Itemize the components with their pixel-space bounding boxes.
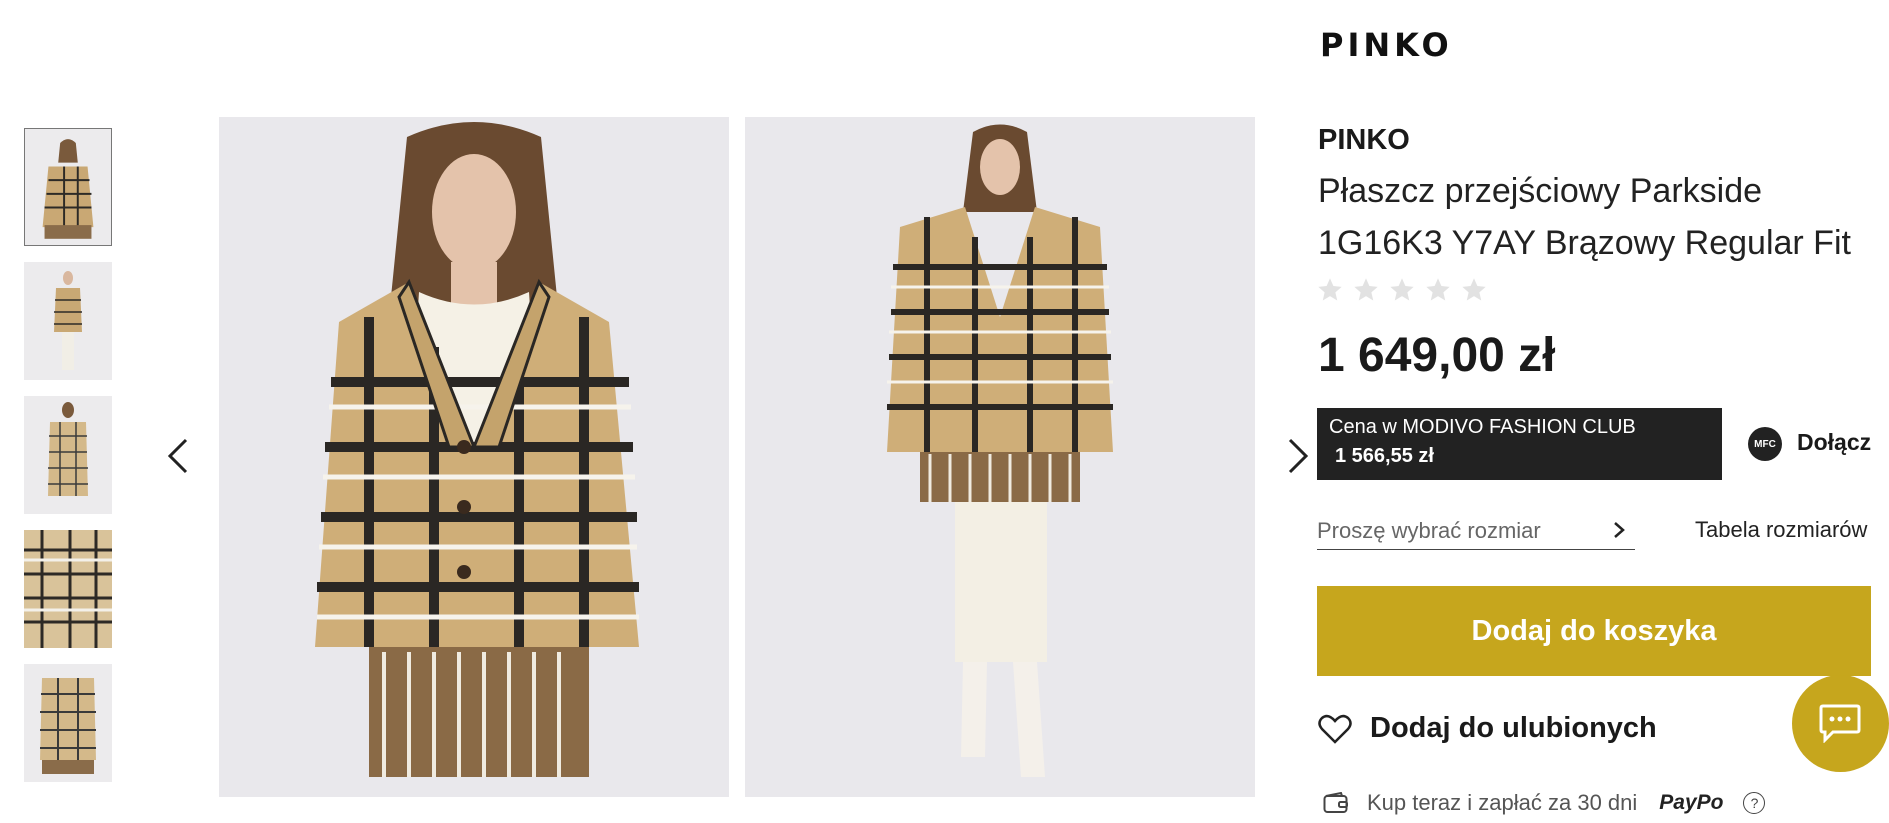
chat-icon xyxy=(1819,704,1861,743)
thumbnail-1-image xyxy=(25,129,111,245)
thumbnail-5-image xyxy=(24,664,112,782)
gallery-prev-button[interactable] xyxy=(162,434,194,478)
wallet-icon xyxy=(1323,792,1348,813)
club-join-link[interactable]: Dołącz xyxy=(1797,429,1871,456)
club-price-value: 1 566,55 zł xyxy=(1335,445,1434,467)
star-icon xyxy=(1354,278,1378,301)
product-image-front-closeup xyxy=(219,117,729,797)
brand-name[interactable]: PINKO xyxy=(1318,124,1410,157)
thumbnail-3-image xyxy=(24,396,112,514)
chevron-right-icon xyxy=(1288,438,1309,474)
product-title: Płaszcz przejściowy Parkside 1G16K3 Y7AY… xyxy=(1318,172,1851,262)
payment-text: Kup teraz i zapłać za 30 dni xyxy=(1367,790,1638,815)
product-image-main[interactable] xyxy=(219,117,729,797)
thumbnail-4-image xyxy=(24,530,112,648)
product-image-full-length xyxy=(745,117,1255,797)
thumbnail-2-image xyxy=(24,262,112,380)
mfc-logo-icon: MFC xyxy=(1748,427,1782,461)
star-icon xyxy=(1426,278,1450,301)
club-price-box: Cena w MODIVO FASHION CLUB 1 566,55 zł xyxy=(1317,408,1722,480)
brand-logo[interactable]: PINKO xyxy=(1320,26,1453,64)
chevron-left-icon xyxy=(167,438,188,474)
chevron-right-icon xyxy=(1614,522,1625,538)
payment-info: Kup teraz i zapłać za 30 dni PayPo ? xyxy=(1323,790,1766,816)
thumbnail-2[interactable] xyxy=(24,262,112,380)
star-icon xyxy=(1318,278,1342,301)
size-select[interactable]: Proszę wybrać rozmiar xyxy=(1317,514,1635,550)
chat-button[interactable] xyxy=(1792,675,1889,772)
add-to-cart-button[interactable]: Dodaj do koszyka xyxy=(1317,586,1871,676)
star-icon xyxy=(1462,278,1486,301)
add-to-wishlist-button[interactable]: Dodaj do ulubionych xyxy=(1318,712,1657,745)
size-table-link[interactable]: Tabela rozmiarów xyxy=(1695,517,1867,543)
help-icon[interactable]: ? xyxy=(1743,792,1766,814)
gallery-next-button[interactable] xyxy=(1282,434,1314,478)
thumbnail-5[interactable] xyxy=(24,664,112,782)
thumbnail-1[interactable] xyxy=(24,128,112,246)
rating-stars[interactable] xyxy=(1316,276,1488,304)
thumbnail-3[interactable] xyxy=(24,396,112,514)
paypo-logo: PayPo xyxy=(1659,791,1724,814)
heart-icon xyxy=(1318,714,1352,744)
product-image-secondary[interactable] xyxy=(745,117,1255,797)
star-icon xyxy=(1390,278,1414,301)
product-price: 1 649,00 zł xyxy=(1318,329,1556,382)
club-price-label: Cena w MODIVO FASHION CLUB xyxy=(1329,416,1636,438)
thumbnail-4[interactable] xyxy=(24,530,112,648)
wishlist-label: Dodaj do ulubionych xyxy=(1370,712,1657,744)
size-select-placeholder: Proszę wybrać rozmiar xyxy=(1317,518,1541,543)
